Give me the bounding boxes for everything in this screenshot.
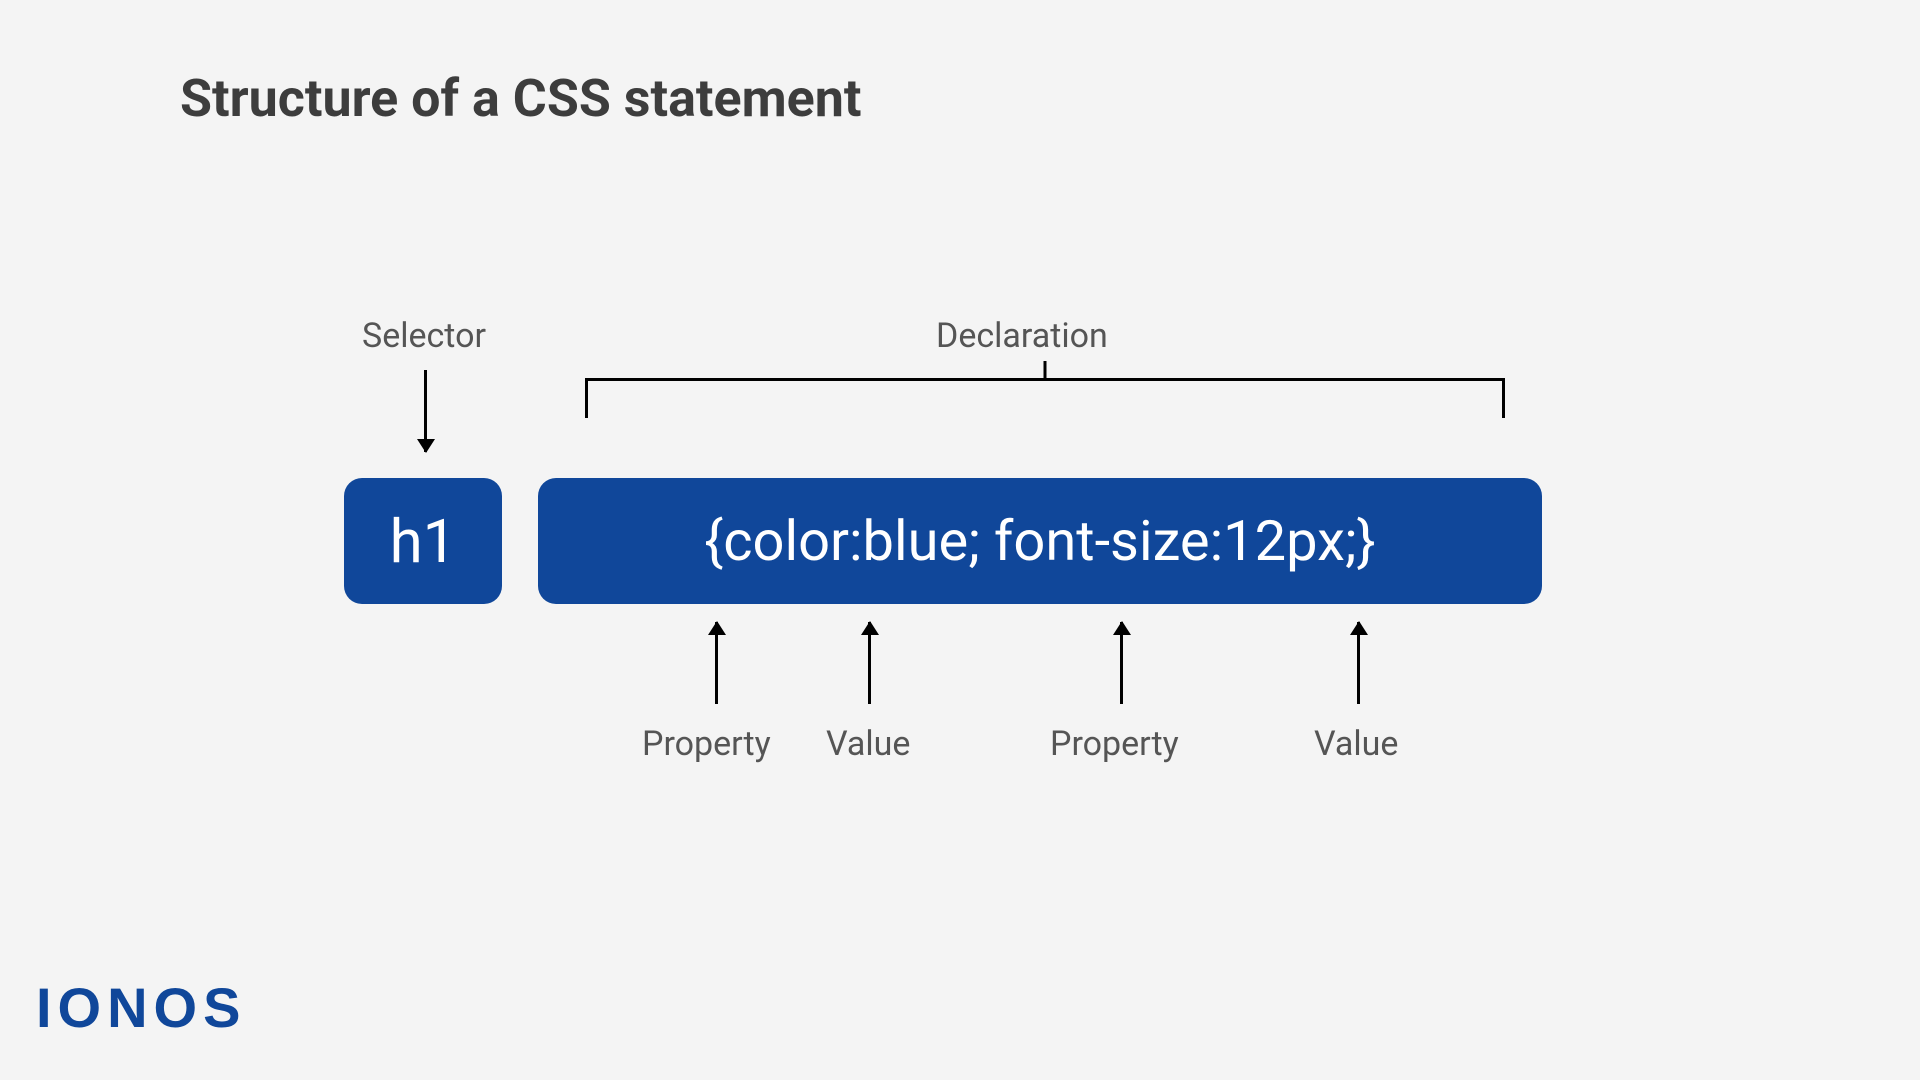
label-property-1: Property [642,724,771,764]
label-selector: Selector [362,316,486,356]
arrow-property-2 [1120,622,1123,704]
label-property-2: Property [1050,724,1179,764]
declaration-box: {color:blue; font-size:12px;} [538,478,1542,604]
arrow-property-1 [715,622,718,704]
label-value-2: Value [1314,724,1398,764]
arrow-value-2 [1357,622,1360,704]
selector-box: h1 [344,478,502,604]
bracket-declaration [585,378,1505,418]
arrow-selector [424,370,427,452]
brand-logo: IONOS [36,975,246,1040]
diagram-title: Structure of a CSS statement [180,68,861,129]
arrow-value-1 [868,622,871,704]
label-value-1: Value [826,724,910,764]
label-declaration: Declaration [936,316,1108,356]
bracket-tick [1044,361,1047,381]
